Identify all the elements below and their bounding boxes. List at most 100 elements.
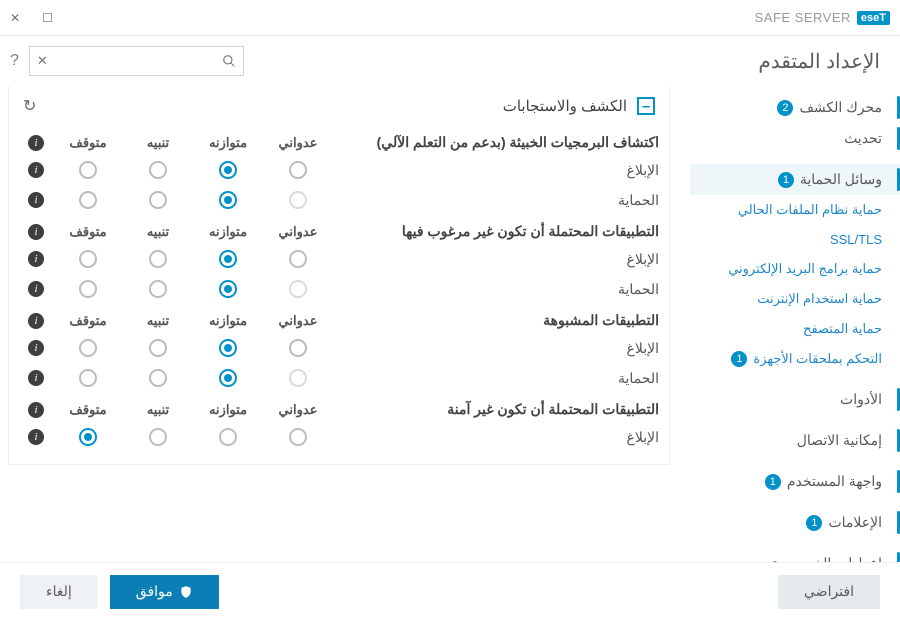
info-icon[interactable]: i <box>28 224 44 240</box>
sidebar: محرك الكشف2تحديثوسائل الحماية1حماية نظام… <box>690 86 900 558</box>
radio-option[interactable] <box>149 369 167 387</box>
info-icon[interactable]: i <box>28 162 44 178</box>
sidebar-item[interactable]: SSL/TLS <box>690 225 900 254</box>
radio-option[interactable] <box>149 191 167 209</box>
sidebar-item-label: حماية نظام الملفات الحالي <box>738 202 882 218</box>
radio-option[interactable] <box>289 369 307 387</box>
search-box: ✕ <box>29 46 244 76</box>
sidebar-item-label: SSL/TLS <box>830 232 882 247</box>
sidebar-item[interactable]: واجهة المستخدم1 <box>690 466 900 497</box>
clear-search-icon[interactable]: ✕ <box>37 53 48 69</box>
setting-label: الحماية <box>333 192 659 209</box>
defaults-button[interactable]: افتراضي <box>778 575 880 609</box>
radio-option[interactable] <box>219 339 237 357</box>
help-icon[interactable]: ? <box>10 52 19 70</box>
radio-option[interactable] <box>79 369 97 387</box>
info-icon[interactable]: i <box>28 192 44 208</box>
sidebar-item-label: التحكم بملحقات الأجهزة <box>753 351 882 367</box>
search-icon <box>222 54 236 68</box>
ok-button[interactable]: موافق <box>110 575 219 609</box>
radio-option[interactable] <box>289 191 307 209</box>
radio-option[interactable] <box>289 280 307 298</box>
info-icon[interactable]: i <box>28 251 44 267</box>
radio-option[interactable] <box>289 161 307 179</box>
col-balanced: متوازنه <box>193 135 263 151</box>
radio-option[interactable] <box>149 161 167 179</box>
group-title: التطبيقات المشبوهة <box>333 312 659 329</box>
sidebar-item-label: حماية المتصفح <box>803 321 882 337</box>
info-icon[interactable]: i <box>28 402 44 418</box>
search-input[interactable] <box>29 46 244 76</box>
setting-row: الحمايةi <box>9 363 669 393</box>
setting-row: الحماية i <box>9 185 669 215</box>
brand-badge: eseT <box>857 11 890 25</box>
info-icon[interactable]: i <box>28 313 44 329</box>
sidebar-item[interactable]: وسائل الحماية1 <box>690 164 900 195</box>
radio-option[interactable] <box>79 280 97 298</box>
sidebar-item[interactable]: محرك الكشف2 <box>690 92 900 123</box>
sidebar-item-label: الإعلامات <box>828 514 882 531</box>
setting-label: الإبلاغ <box>333 340 659 357</box>
radio-option[interactable] <box>149 250 167 268</box>
col-off: متوقف <box>53 313 123 329</box>
sidebar-item[interactable]: حماية نظام الملفات الحالي <box>690 195 900 225</box>
radio-option[interactable] <box>219 369 237 387</box>
shield-icon <box>179 585 193 599</box>
group-header: التطبيقات المحتملة أن تكون غير مرغوب فيه… <box>9 215 669 244</box>
radio-option[interactable] <box>79 250 97 268</box>
search-area: ✕ ? <box>10 46 244 76</box>
page-title: الإعداد المتقدم <box>758 49 880 74</box>
setting-row: الإبلاغi <box>9 155 669 185</box>
sidebar-item[interactable]: الأدوات <box>690 384 900 415</box>
radio-option[interactable] <box>219 250 237 268</box>
setting-row: الإبلاغi <box>9 422 669 452</box>
radio-option[interactable] <box>289 428 307 446</box>
info-icon[interactable]: i <box>28 340 44 356</box>
sidebar-item[interactable]: حماية المتصفح <box>690 314 900 344</box>
window-controls: ☐ ✕ <box>10 11 53 25</box>
sidebar-item-label: الأدوات <box>840 391 882 408</box>
radio-option[interactable] <box>219 280 237 298</box>
info-icon[interactable]: i <box>28 135 44 151</box>
section-title: الكشف والاستجابات <box>503 97 627 115</box>
radio-option[interactable] <box>219 191 237 209</box>
undo-icon[interactable]: ↻ <box>23 96 36 116</box>
cancel-button[interactable]: إلغاء <box>20 575 98 609</box>
info-icon[interactable]: i <box>28 370 44 386</box>
sidebar-item-label: محرك الكشف <box>799 99 882 116</box>
radio-option[interactable] <box>149 428 167 446</box>
sidebar-item-label: وسائل الحماية <box>800 171 882 188</box>
info-icon[interactable]: i <box>28 429 44 445</box>
radio-option[interactable] <box>149 339 167 357</box>
col-alert: تنبيه <box>123 313 193 329</box>
sidebar-item[interactable]: الإعلامات1 <box>690 507 900 538</box>
col-balanced: متوازنه <box>193 224 263 240</box>
radio-option[interactable] <box>79 191 97 209</box>
radio-option[interactable] <box>149 280 167 298</box>
radio-option[interactable] <box>289 250 307 268</box>
col-balanced: متوازنه <box>193 402 263 418</box>
radio-option[interactable] <box>289 339 307 357</box>
brand-product: SAFE SERVER <box>755 10 851 25</box>
sidebar-badge: 1 <box>731 351 747 367</box>
setting-label: الحماية <box>333 281 659 298</box>
close-icon[interactable]: ✕ <box>10 11 20 25</box>
collapse-icon[interactable]: – <box>637 97 655 115</box>
sidebar-item[interactable]: تحديث <box>690 123 900 154</box>
col-aggressive: عدواني <box>263 402 333 418</box>
sidebar-item[interactable]: حماية برامج البريد الإلكتروني <box>690 254 900 284</box>
radio-option[interactable] <box>79 161 97 179</box>
radio-option[interactable] <box>79 339 97 357</box>
settings-panel: – الكشف والاستجابات ↻ اكتشاف البرمجيات ا… <box>8 86 670 465</box>
info-icon[interactable]: i <box>28 281 44 297</box>
col-alert: تنبيه <box>123 224 193 240</box>
sidebar-item[interactable]: التحكم بملحقات الأجهزة 1 <box>690 344 900 374</box>
sidebar-item[interactable]: حماية استخدام الإنترنت <box>690 284 900 314</box>
maximize-icon[interactable]: ☐ <box>42 11 53 25</box>
radio-option[interactable] <box>219 428 237 446</box>
radio-option[interactable] <box>79 428 97 446</box>
sidebar-item[interactable]: إمكانية الاتصال <box>690 425 900 456</box>
content: – الكشف والاستجابات ↻ اكتشاف البرمجيات ا… <box>0 86 690 558</box>
col-balanced: متوازنه <box>193 313 263 329</box>
radio-option[interactable] <box>219 161 237 179</box>
